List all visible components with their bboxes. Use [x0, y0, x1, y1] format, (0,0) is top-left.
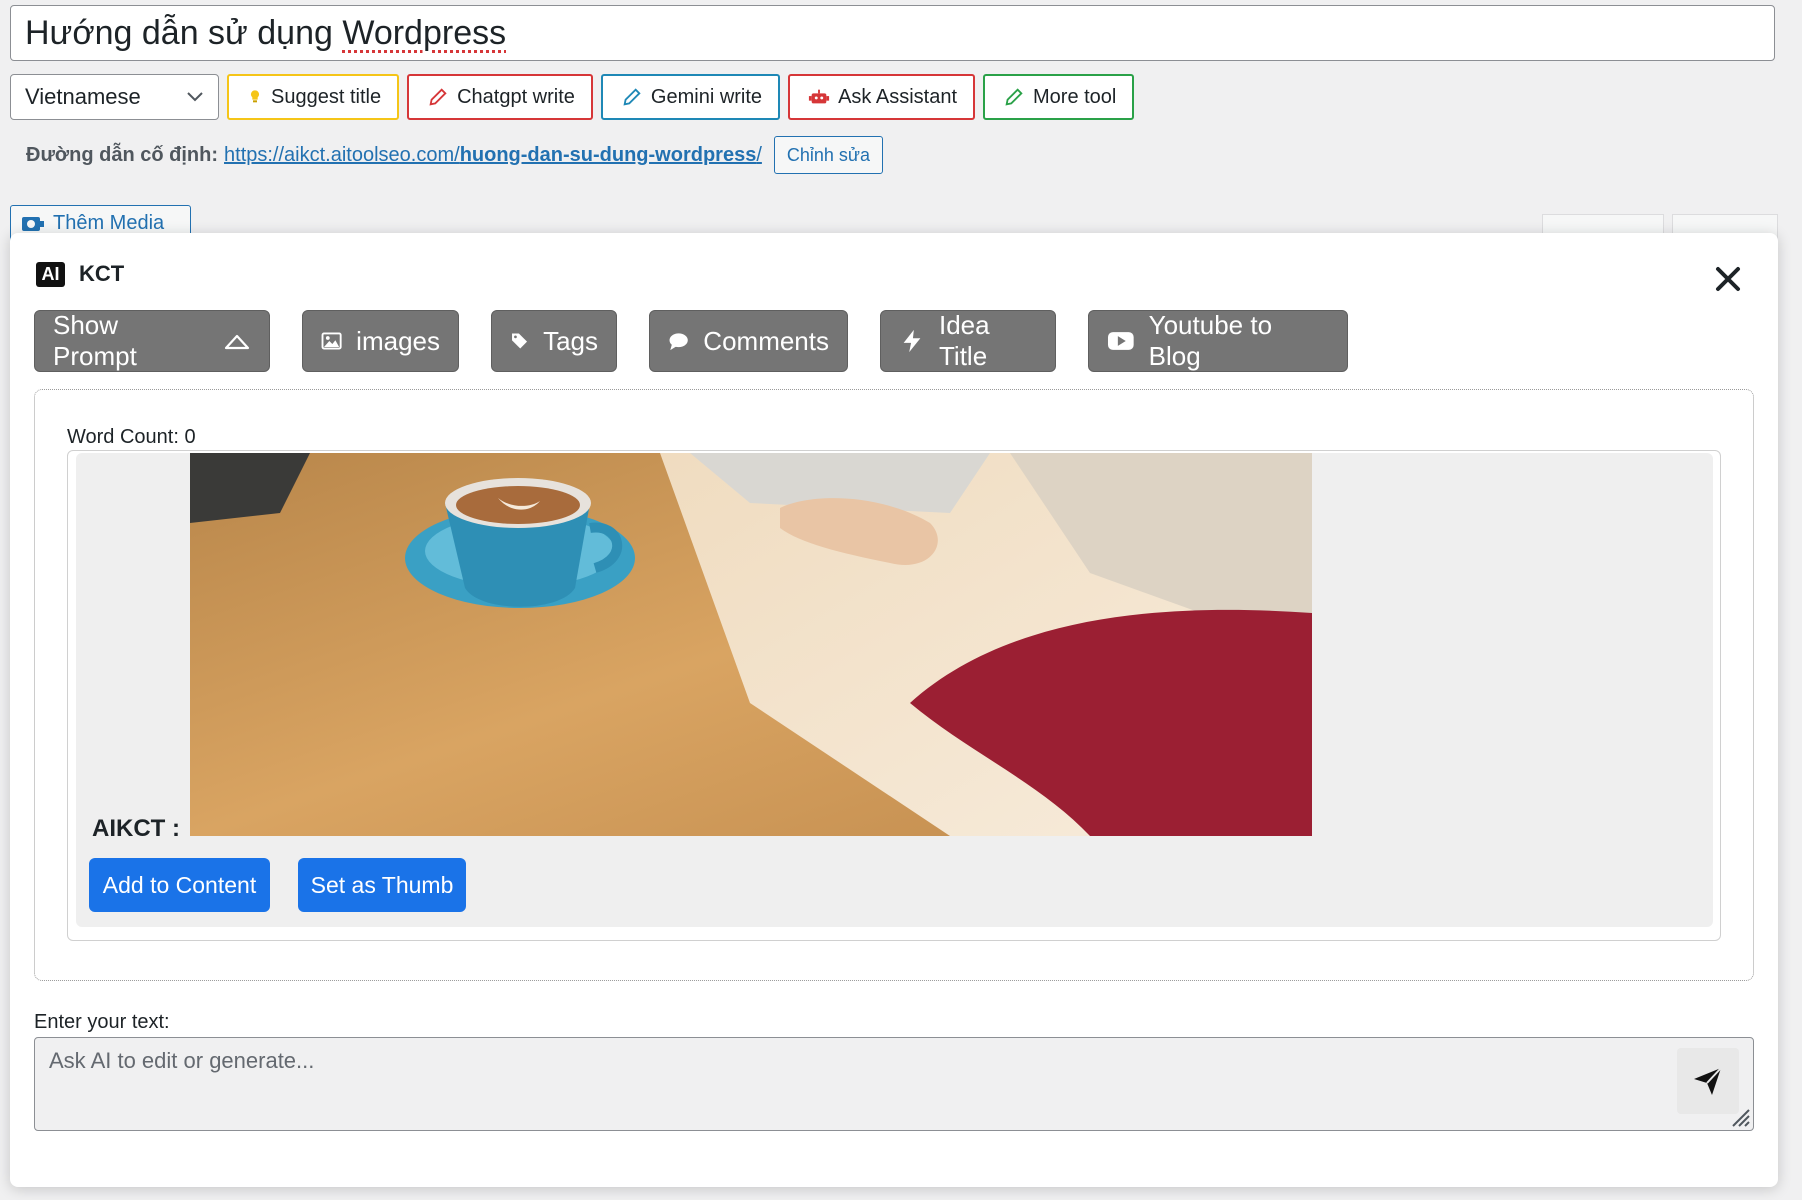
comment-icon — [669, 333, 688, 351]
tab-images[interactable]: images — [302, 310, 459, 372]
tab-show-prompt[interactable]: Show Prompt — [34, 310, 270, 372]
language-select[interactable]: Vietnamese — [10, 74, 219, 120]
tab-label: Youtube to Blog — [1148, 310, 1273, 371]
result-label: AIKCT : — [92, 815, 180, 842]
send-icon — [1694, 1067, 1722, 1095]
tag-icon — [512, 333, 528, 349]
permalink-link[interactable]: https://aikct.aitoolseo.com/huong-dan-su… — [224, 144, 762, 167]
image-result-panel: AIKCT : Add to Content Set as Thumb — [76, 453, 1713, 927]
tab-label: Idea Title — [939, 310, 990, 371]
close-icon[interactable] — [1714, 265, 1742, 293]
gemini-write-label: Gemini write — [650, 85, 763, 108]
add-to-content-button[interactable]: Add to Content — [89, 858, 270, 912]
tab-comments[interactable]: Comments — [649, 310, 848, 372]
chatgpt-write-button[interactable]: Chatgpt write — [407, 74, 593, 120]
camera-icon — [22, 217, 44, 231]
modal-tabs: Show Prompt images Tags Comments Idea Ti… — [34, 310, 1348, 372]
suggest-title-button[interactable]: Suggest title — [227, 74, 400, 120]
ask-assistant-label: Ask Assistant — [838, 85, 957, 108]
permalink-slug: huong-dan-su-dung-wordpress — [459, 143, 757, 166]
ai-logo: AI — [36, 261, 65, 287]
ask-assistant-button[interactable]: Ask Assistant — [788, 74, 975, 120]
tab-label: images — [356, 325, 440, 356]
youtube-icon — [1107, 332, 1134, 350]
prompt-textarea[interactable]: Ask AI to edit or generate... — [34, 1037, 1754, 1131]
prompt-placeholder: Ask AI to edit or generate... — [49, 1048, 315, 1073]
resize-handle-icon[interactable] — [1727, 1104, 1751, 1128]
result-box: AIKCT : Add to Content Set as Thumb — [67, 450, 1721, 941]
post-title-input[interactable]: Hướng dẫn sử dụng Wordpress — [10, 5, 1775, 61]
ai-toolbar: Vietnamese Suggest title Chatgpt write G… — [10, 74, 1135, 120]
language-select-value: Vietnamese — [25, 84, 141, 109]
modal-title: KCT — [79, 261, 125, 286]
tab-tags[interactable]: Tags — [491, 310, 617, 372]
gemini-write-button[interactable]: Gemini write — [600, 74, 781, 120]
modal-header: AI KCT — [36, 261, 124, 287]
tab-label: Comments — [703, 325, 829, 356]
input-label: Enter your text: — [34, 1011, 170, 1033]
title-misspelled-word: Wordpress — [342, 14, 507, 52]
edit-permalink-button[interactable]: Chỉnh sửa — [773, 136, 883, 174]
chatgpt-write-label: Chatgpt write — [457, 85, 575, 108]
result-area: Word Count: 0 AIKCT : Add to Content Set… — [34, 389, 1754, 981]
tab-label: Tags — [543, 325, 598, 356]
permalink-label: Đường dẫn cố định: — [26, 143, 219, 166]
pencil-icon — [1005, 88, 1023, 106]
permalink-suffix: / — [756, 143, 762, 166]
ai-modal: AI KCT Show Prompt images Tags Comments … — [10, 233, 1778, 1187]
permalink-base: https://aikct.aitoolseo.com/ — [224, 143, 460, 166]
image-icon — [321, 332, 342, 350]
permalink-row: Đường dẫn cố định: https://aikct.aitools… — [26, 136, 883, 174]
generated-image — [190, 453, 1312, 836]
suggest-title-label: Suggest title — [271, 85, 382, 108]
tab-youtube-to-blog[interactable]: Youtube to Blog — [1088, 310, 1348, 372]
more-tool-label: More tool — [1033, 85, 1117, 108]
title-text: Hướng dẫn sử dụng — [25, 14, 343, 52]
set-as-thumb-button[interactable]: Set as Thumb — [298, 858, 466, 912]
tab-label: Show Prompt — [53, 310, 137, 371]
bolt-icon — [903, 329, 921, 353]
word-count: Word Count: 0 — [67, 426, 196, 448]
lightbulb-icon — [250, 90, 260, 103]
pencil-icon — [623, 88, 641, 106]
pencil-icon — [429, 88, 447, 106]
tab-idea-title[interactable]: Idea Title — [880, 310, 1056, 372]
robot-icon — [808, 89, 830, 104]
chevron-up-icon — [224, 334, 250, 350]
more-tool-button[interactable]: More tool — [983, 74, 1135, 120]
add-media-label: Thêm Media — [53, 212, 165, 234]
chevron-down-icon — [187, 92, 203, 102]
